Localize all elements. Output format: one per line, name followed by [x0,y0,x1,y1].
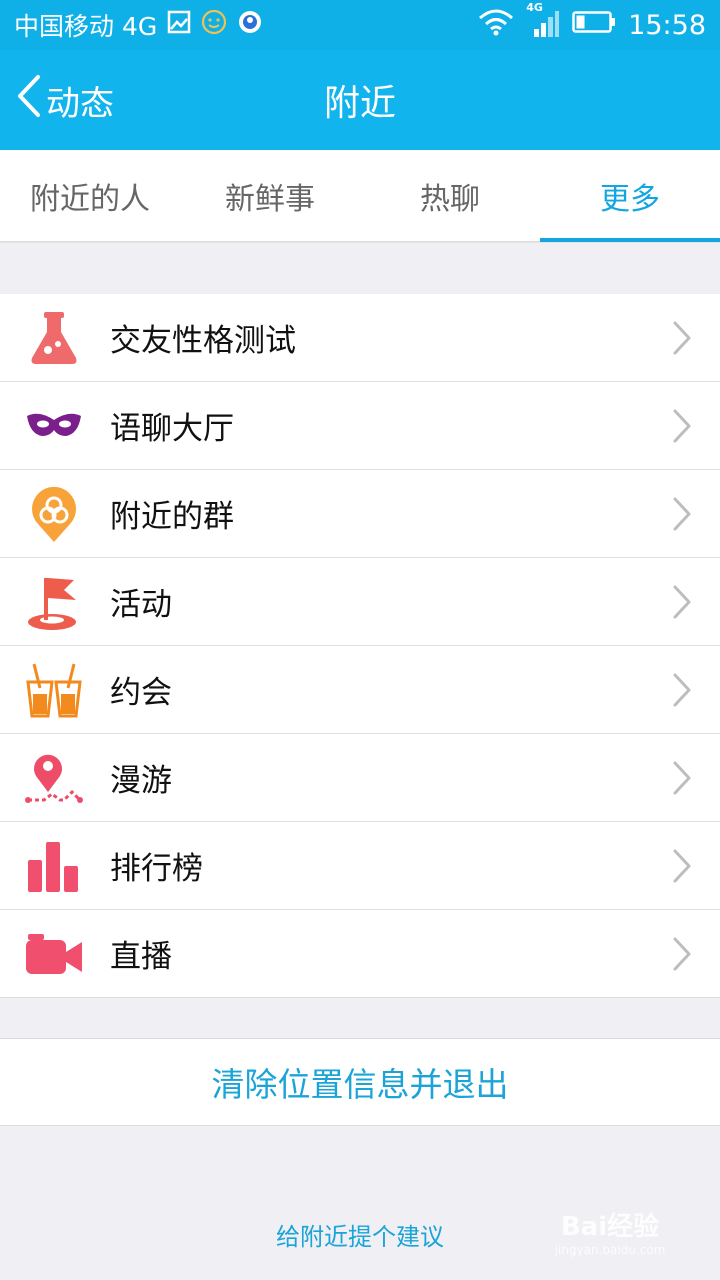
back-label: 动态 [46,83,114,124]
list-item-label: 活动 [110,587,172,623]
clear-location-button[interactable]: 清除位置信息并退出 [0,1038,720,1126]
list-item-label: 漫游 [110,763,172,799]
battery-icon [572,10,616,40]
group-pin-icon [24,484,84,544]
watermark-brand: Bai经验 [560,1212,660,1242]
roam-pin-icon [24,748,84,808]
list-item-dating[interactable]: 约会 [0,646,720,734]
smiley-icon [201,9,227,41]
wifi-icon [478,8,514,42]
chevron-right-icon [672,936,692,972]
list-item-personality-test[interactable]: 交友性格测试 [0,294,720,382]
suggestion-link[interactable]: 给附近提个建议 [276,1217,444,1252]
status-bar: 中国移动 4G 4G 15:58 [0,0,720,50]
list-item-label: 约会 [110,675,172,711]
carrier-label: 中国移动 4G [14,12,158,41]
list-item-leaderboard[interactable]: 排行榜 [0,822,720,910]
drinks-icon [24,660,84,720]
list-item-nearby-groups[interactable]: 附近的群 [0,470,720,558]
chevron-right-icon [672,672,692,708]
signal-icon: 4G [526,1,560,45]
qq-notify-icon [237,9,263,41]
chevron-right-icon [672,408,692,444]
mask-icon [24,396,84,456]
list-item-live[interactable]: 直播 [0,910,720,998]
list-item-label: 附近的群 [110,499,234,535]
clock: 15:58 [628,9,706,41]
tab-nearby-people[interactable]: 附近的人 [0,150,180,242]
list-item-label: 排行榜 [110,851,203,887]
flag-icon [24,572,84,632]
flask-icon [24,308,84,368]
image-icon [167,10,191,40]
chevron-right-icon [672,760,692,796]
list-item-roaming[interactable]: 漫游 [0,734,720,822]
bar-chart-icon [24,836,84,896]
watermark-url: jingyan.baidu.com [554,1243,666,1257]
list-item-label: 直播 [110,939,172,975]
nav-bar: 动态 附近 [0,50,720,150]
video-camera-icon [24,924,84,984]
network-badge: 4G [526,1,543,14]
chevron-right-icon [672,848,692,884]
chevron-left-icon [16,74,42,127]
more-menu-list: 交友性格测试 语聊大厅 附近的群 活动 约会 漫游 排行榜 直播 [0,294,720,998]
tab-news[interactable]: 新鲜事 [180,150,360,242]
chevron-right-icon [672,496,692,532]
page-title: 附近 [323,83,396,124]
list-item-label: 语聊大厅 [110,411,234,447]
tab-hot-chat[interactable]: 热聊 [360,150,540,242]
baidu-watermark: Bai经验 jingyan.baidu.com [540,1212,680,1268]
tab-bar: 附近的人 新鲜事 热聊 更多 [0,150,720,243]
back-button[interactable]: 动态 [16,74,114,127]
list-item-voice-lobby[interactable]: 语聊大厅 [0,382,720,470]
list-item-label: 交友性格测试 [110,323,296,359]
chevron-right-icon [672,320,692,356]
chevron-right-icon [672,584,692,620]
tab-more[interactable]: 更多 [540,150,720,243]
section-spacer [0,242,720,294]
list-item-events[interactable]: 活动 [0,558,720,646]
